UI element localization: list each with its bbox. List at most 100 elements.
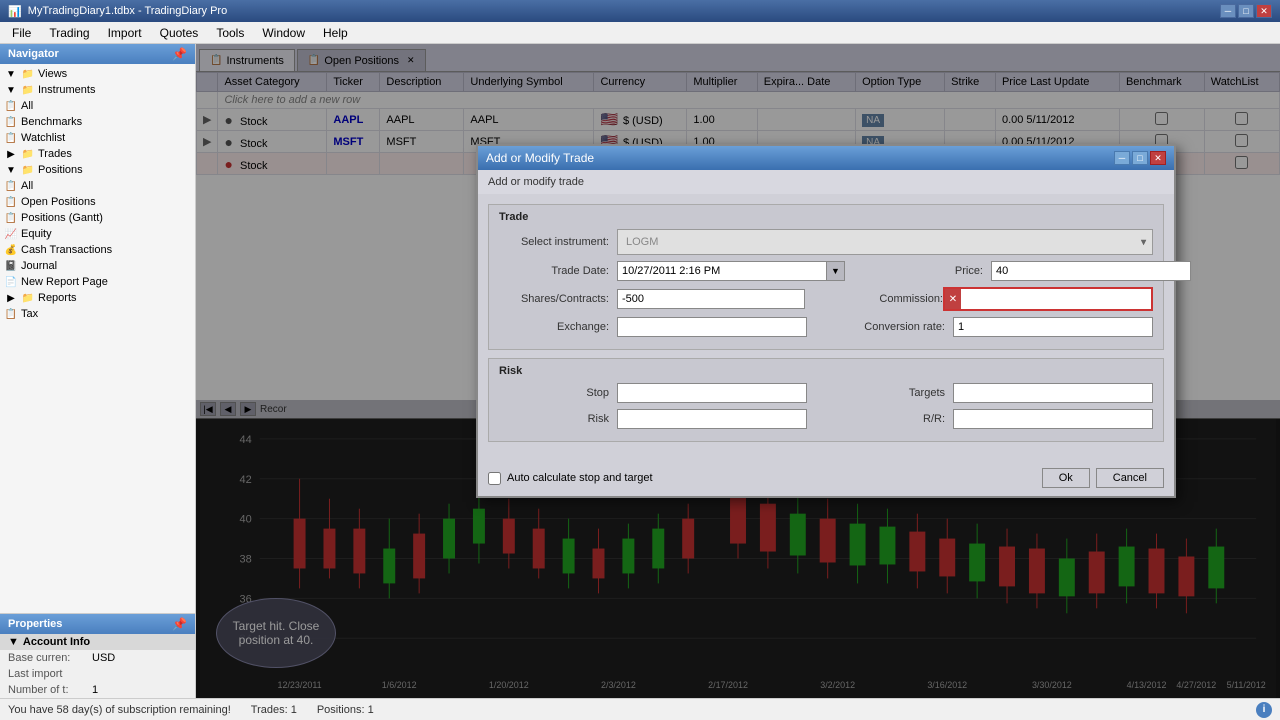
trade-date-dropdown-btn[interactable]: ▼: [827, 261, 845, 281]
menu-tools[interactable]: Tools: [208, 24, 252, 42]
navigator-header: Navigator 📌: [0, 44, 195, 64]
account-info-section: ▼ Account Info: [0, 634, 195, 650]
tax-icon: 📋: [4, 307, 18, 321]
modal-body: Trade Select instrument: LOGM ▼: [478, 194, 1174, 460]
modal-titlebar: Add or Modify Trade ─ □ ✕: [478, 146, 1174, 170]
auto-calc-label: Auto calculate stop and target: [507, 472, 653, 484]
benchmark-icon: 📋: [4, 115, 18, 129]
risk-section: Risk Stop Targets Risk: [488, 358, 1164, 442]
navigator-title: Navigator: [8, 48, 59, 60]
sidebar-item-label-tax: Tax: [21, 308, 38, 320]
menu-import[interactable]: Import: [100, 24, 150, 42]
stop-input[interactable]: [617, 383, 807, 403]
title-bar-controls[interactable]: ─ □ ✕: [1220, 4, 1272, 18]
sidebar-item-positions[interactable]: ▼ 📁 Positions: [0, 162, 195, 178]
prop-number-of-t: Number of t: 1: [0, 682, 195, 698]
properties-title: Properties: [8, 618, 62, 630]
sidebar-item-cash-transactions[interactable]: 💰 Cash Transactions: [0, 242, 195, 258]
folder-icon: 📁: [21, 67, 35, 81]
reports-folder-icon: 📁: [21, 291, 35, 305]
account-info-collapse-icon[interactable]: ▼: [8, 636, 19, 648]
modal-title: Add or Modify Trade: [486, 151, 594, 165]
navigator-panel: Navigator 📌 ▼ 📁 Views ▼ 📁 Instruments 📋 …: [0, 44, 196, 698]
rr-input[interactable]: [953, 409, 1153, 429]
add-modify-trade-modal: Add or Modify Trade ─ □ ✕ Add or modify …: [476, 144, 1176, 498]
maximize-button[interactable]: □: [1238, 4, 1254, 18]
modal-footer: Auto calculate stop and target Ok Cancel: [478, 460, 1174, 496]
sidebar-item-views[interactable]: ▼ 📁 Views: [0, 66, 195, 82]
properties-pin-icon[interactable]: 📌: [172, 617, 187, 631]
risk-section-title: Risk: [499, 365, 1153, 377]
trade-section: Trade Select instrument: LOGM ▼: [488, 204, 1164, 350]
menu-help[interactable]: Help: [315, 24, 356, 42]
commission-label: Commission:: [833, 293, 943, 305]
menu-file[interactable]: File: [4, 24, 39, 42]
modal-subtitle-bar: Add or modify trade: [478, 170, 1174, 194]
prop-base-currency: Base curren: USD: [0, 650, 195, 666]
minimize-button[interactable]: ─: [1220, 4, 1236, 18]
stop-targets-row: Stop Targets: [499, 383, 1153, 403]
sidebar-item-journal[interactable]: 📓 Journal: [0, 258, 195, 274]
expand-icon-4: ▼: [4, 163, 18, 177]
folder-icon-4: 📁: [21, 163, 35, 177]
expand-icon-3: ▶: [4, 147, 18, 161]
modal-minimize-button[interactable]: ─: [1114, 151, 1130, 165]
shares-input[interactable]: [617, 289, 805, 309]
menu-trading[interactable]: Trading: [41, 24, 97, 42]
sidebar-item-label-open-positions: Open Positions: [21, 196, 96, 208]
shares-commission-row: Shares/Contracts: Commission: ✕: [499, 287, 1153, 311]
navigator-pin-icon[interactable]: 📌: [172, 47, 187, 61]
sidebar-item-label-positions-all: All: [21, 180, 33, 192]
conversion-rate-input[interactable]: [953, 317, 1153, 337]
list-icon: 📋: [4, 99, 18, 113]
number-of-t-value: 1: [92, 684, 98, 696]
sidebar-item-label-cash: Cash Transactions: [21, 244, 112, 256]
sidebar-item-label-reports: Reports: [38, 292, 77, 304]
menu-quotes[interactable]: Quotes: [152, 24, 207, 42]
sidebar-item-benchmarks[interactable]: 📋 Benchmarks: [0, 114, 195, 130]
sidebar-item-positions-gantt[interactable]: 📋 Positions (Gantt): [0, 210, 195, 226]
sidebar-item-all[interactable]: 📋 All: [0, 98, 195, 114]
sidebar-item-equity[interactable]: 📈 Equity: [0, 226, 195, 242]
sidebar-item-open-positions[interactable]: 📋 Open Positions: [0, 194, 195, 210]
watchlist-icon: 📋: [4, 131, 18, 145]
trade-date-price-row: Trade Date: ▼ Price:: [499, 261, 1153, 281]
commission-clear-btn[interactable]: ✕: [945, 289, 961, 309]
info-icon[interactable]: i: [1256, 702, 1272, 718]
exchange-input[interactable]: [617, 317, 807, 337]
modal-restore-button[interactable]: □: [1132, 151, 1148, 165]
sidebar-item-trades[interactable]: ▶ 📁 Trades: [0, 146, 195, 162]
footer-buttons: Ok Cancel: [1042, 468, 1164, 488]
sidebar-item-label-trades: Trades: [38, 148, 72, 160]
price-input[interactable]: [991, 261, 1191, 281]
cancel-button[interactable]: Cancel: [1096, 468, 1164, 488]
sidebar-item-tax[interactable]: 📋 Tax: [0, 306, 195, 322]
sidebar-item-positions-all[interactable]: 📋 All: [0, 178, 195, 194]
positions-count: Positions: 1: [317, 704, 374, 716]
modal-close-button[interactable]: ✕: [1150, 151, 1166, 165]
expand-icon-5: ▶: [4, 291, 18, 305]
price-label: Price:: [873, 265, 983, 277]
close-button[interactable]: ✕: [1256, 4, 1272, 18]
sidebar-item-watchlist[interactable]: 📋 Watchlist: [0, 130, 195, 146]
commission-input[interactable]: [961, 289, 1151, 309]
instrument-label: Select instrument:: [499, 236, 609, 248]
number-of-t-label: Number of t:: [8, 684, 88, 696]
title-bar: 📊 MyTradingDiary1.tdbx - TradingDiary Pr…: [0, 0, 1280, 22]
status-bar: You have 58 day(s) of subscription remai…: [0, 698, 1280, 720]
sidebar-item-new-report[interactable]: 📄 New Report Page: [0, 274, 195, 290]
risk-label: Risk: [499, 413, 609, 425]
instrument-select[interactable]: LOGM ▼: [617, 229, 1153, 255]
sidebar-item-reports[interactable]: ▶ 📁 Reports: [0, 290, 195, 306]
auto-calc-checkbox[interactable]: [488, 472, 501, 485]
cash-icon: 💰: [4, 243, 18, 257]
ok-button[interactable]: Ok: [1042, 468, 1090, 488]
risk-input[interactable]: [617, 409, 807, 429]
conversion-rate-label: Conversion rate:: [835, 321, 945, 333]
trade-date-input[interactable]: [617, 261, 827, 281]
targets-input[interactable]: [953, 383, 1153, 403]
menu-window[interactable]: Window: [254, 24, 313, 42]
sidebar-item-instruments[interactable]: ▼ 📁 Instruments: [0, 82, 195, 98]
equity-icon: 📈: [4, 227, 18, 241]
last-import-label: Last import: [8, 668, 88, 680]
